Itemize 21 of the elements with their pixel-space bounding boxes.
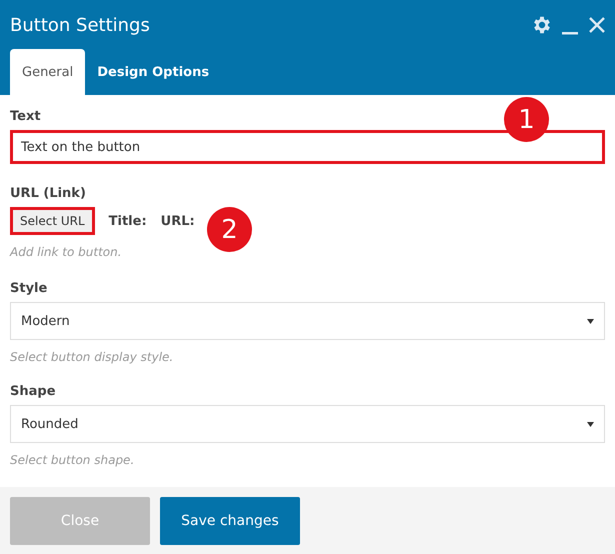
- field-label: Style: [10, 281, 48, 296]
- field-label: URL (Link): [10, 186, 86, 202]
- field-hint: Select button shape.: [10, 453, 136, 468]
- window-title: Button Settings: [10, 14, 151, 36]
- number-badge: 1: [504, 97, 549, 142]
- select-dropdown[interactable]: Rounded: [10, 405, 605, 444]
- title-label: Title:: [108, 214, 147, 229]
- tab[interactable]: Design Options: [85, 49, 222, 96]
- tab[interactable]: General: [10, 49, 86, 96]
- dropdown-caret-icon: [587, 422, 594, 427]
- select-dropdown[interactable]: Modern: [10, 302, 605, 340]
- save-button[interactable]: Save changes: [160, 496, 300, 545]
- field-label: Shape: [10, 384, 56, 400]
- select-url-button[interactable]: Select URL: [10, 207, 95, 236]
- number-badge: 2: [207, 207, 252, 252]
- url-label: URL:: [160, 214, 195, 229]
- field-hint: Add link to button.: [10, 245, 123, 260]
- field-label: Text: [10, 109, 41, 124]
- dropdown-caret-icon: [587, 318, 594, 324]
- text-input-field[interactable]: Text on the button: [10, 130, 605, 164]
- field-hint: Select button display style.: [10, 350, 174, 364]
